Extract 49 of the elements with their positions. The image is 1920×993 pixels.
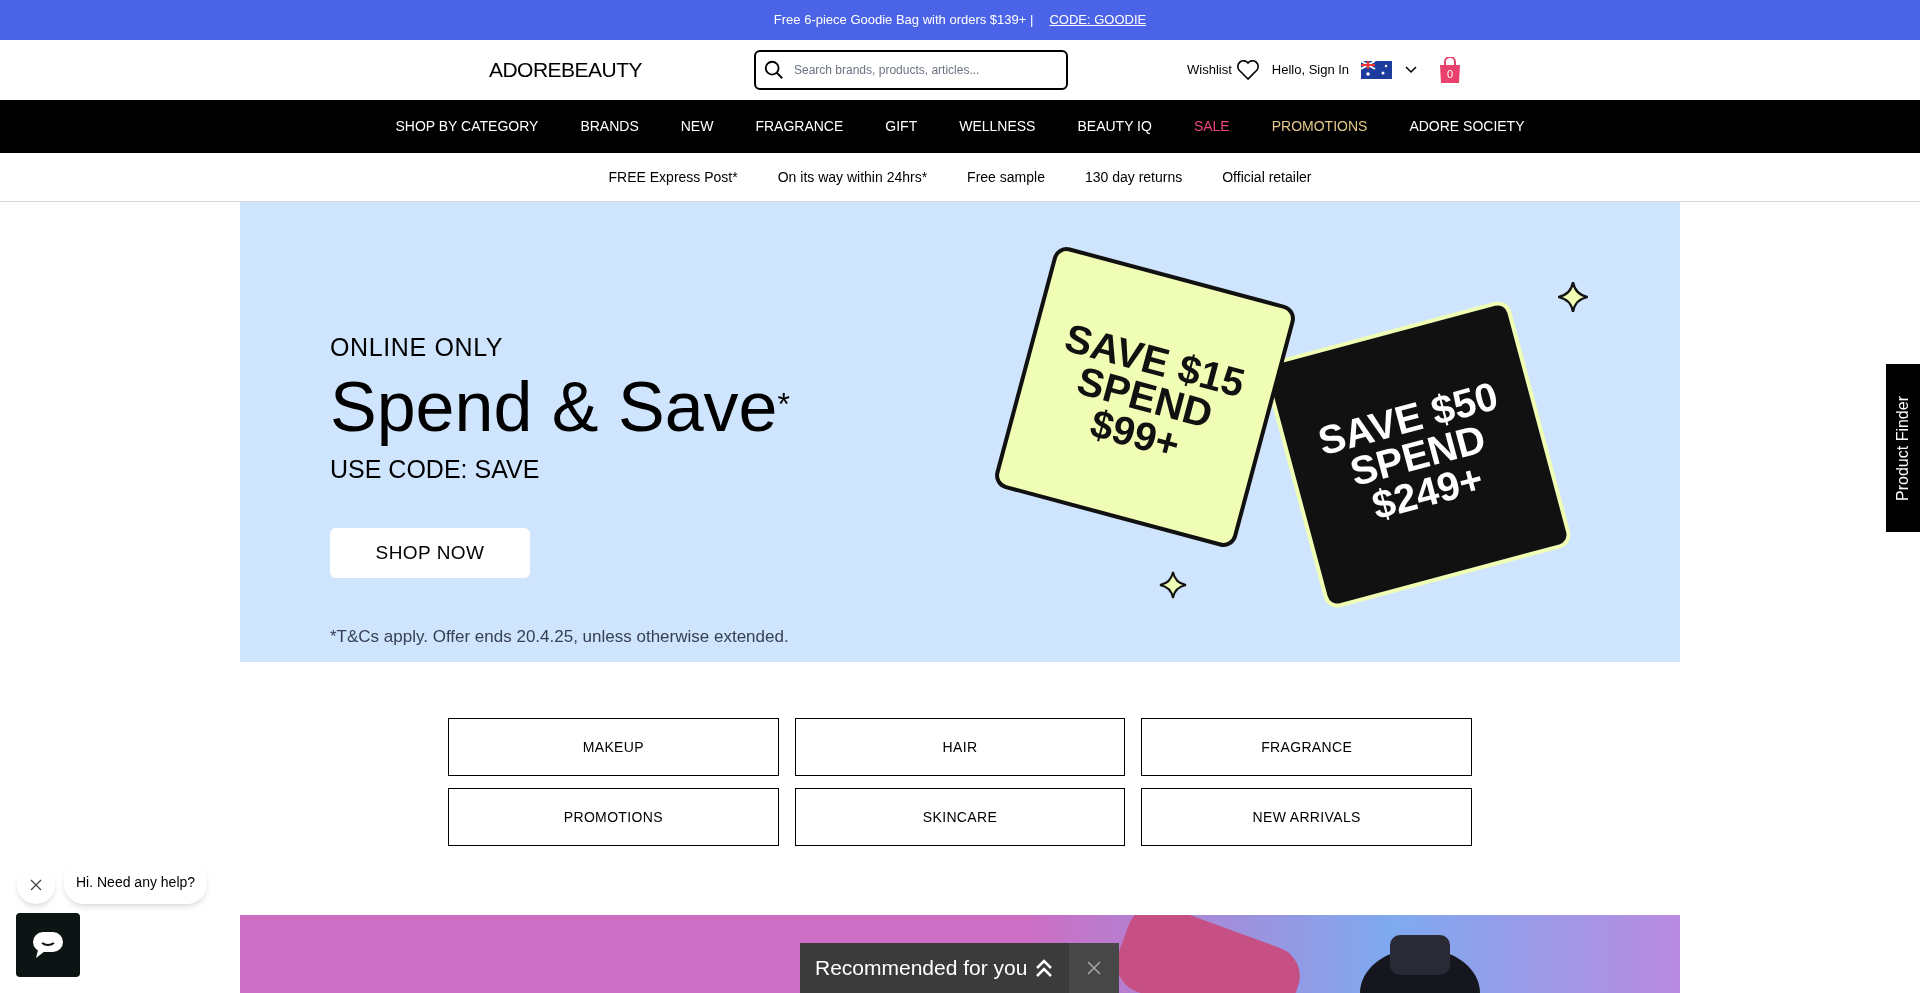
nav-link[interactable]: FRAGRANCE: [755, 116, 844, 137]
nav-link[interactable]: SALE: [1193, 116, 1230, 137]
terms-text: *T&Cs apply. Offer ends 20.4.25, unless otherwise extended.: [330, 626, 789, 648]
hero-code: USE CODE: SAVE: [330, 453, 540, 485]
usp-text: Free sample: [967, 167, 1045, 187]
hero-eyebrow: ONLINE ONLY: [330, 332, 504, 363]
chat-message: Hi. Need any help?: [76, 872, 196, 892]
sign-in-link[interactable]: Hello, Sign In: [1271, 60, 1350, 80]
close-icon: [30, 879, 42, 891]
nav-link[interactable]: GIFT: [885, 116, 918, 137]
category-button[interactable]: HAIR: [794, 718, 1126, 776]
nav-link[interactable]: PROMOTIONS: [1271, 116, 1368, 137]
nav-link[interactable]: WELLNESS: [959, 116, 1036, 137]
chat-icon: [32, 931, 64, 959]
promo-text: Free 6-piece Goodie Bag with orders $139+ |: [773, 11, 1034, 30]
usp-text: 130 day returns: [1084, 167, 1183, 187]
search-field[interactable]: Search brands, products, articles...: [754, 50, 1068, 90]
category-button[interactable]: MAKEUP: [448, 718, 779, 776]
nav-link[interactable]: ADORE SOCIETY: [1409, 116, 1525, 137]
nav-link[interactable]: NEW: [680, 116, 714, 137]
category-button[interactable]: SKINCARE: [794, 788, 1126, 846]
hero-title: Spend & Save$^{*}$: [330, 366, 790, 447]
promo-code-link[interactable]: CODE: GOODIE: [1049, 10, 1147, 30]
chat-bubble[interactable]: Hi. Need any help?: [64, 860, 208, 904]
shop-now-button[interactable]: SHOP NOW: [330, 528, 530, 578]
logo[interactable]: ADOREBEAUTY: [489, 54, 642, 86]
flag-icon[interactable]: [1361, 61, 1393, 79]
sparkle-icon: [1556, 280, 1590, 314]
wishlist-link[interactable]: Wishlist: [1187, 60, 1232, 80]
heart-icon[interactable]: [1235, 59, 1260, 81]
nav-link[interactable]: BRANDS: [580, 116, 639, 137]
category-button[interactable]: NEW ARRIVALS: [1141, 788, 1472, 846]
recommended-bar[interactable]: Recommended for you: [800, 943, 1119, 993]
nav-link[interactable]: SHOP BY CATEGORY: [395, 116, 539, 137]
sparkle-icon: [1158, 570, 1188, 600]
recommended-label: Recommended for you: [815, 955, 1028, 982]
nav-link[interactable]: BEAUTY IQ: [1077, 116, 1152, 137]
search-icon: [763, 59, 785, 81]
close-icon[interactable]: [1086, 960, 1102, 976]
chevron-down-icon[interactable]: [1404, 65, 1419, 75]
category-button[interactable]: PROMOTIONS: [448, 788, 779, 846]
usp-text: FREE Express Post*: [608, 167, 738, 187]
hero-banner[interactable]: ONLINE ONLY Spend & Save$^{*}$ USE CODE: SAVE SHOP NOW *T&Cs apply. Offer ends 20.4.25, unless otherwise extended. SAVE $15 SPEND $99+ SAVE $50 SPEND $249+: [240, 202, 1680, 662]
product-finder-tab[interactable]: Product Finder: [1886, 364, 1920, 532]
usp-text: On its way within 24hrs*: [777, 167, 928, 187]
chat-button[interactable]: [16, 913, 80, 977]
usp-text: Official retailer: [1222, 167, 1312, 187]
cart-count: 0: [1446, 67, 1455, 82]
category-button[interactable]: FRAGRANCE: [1141, 718, 1472, 776]
